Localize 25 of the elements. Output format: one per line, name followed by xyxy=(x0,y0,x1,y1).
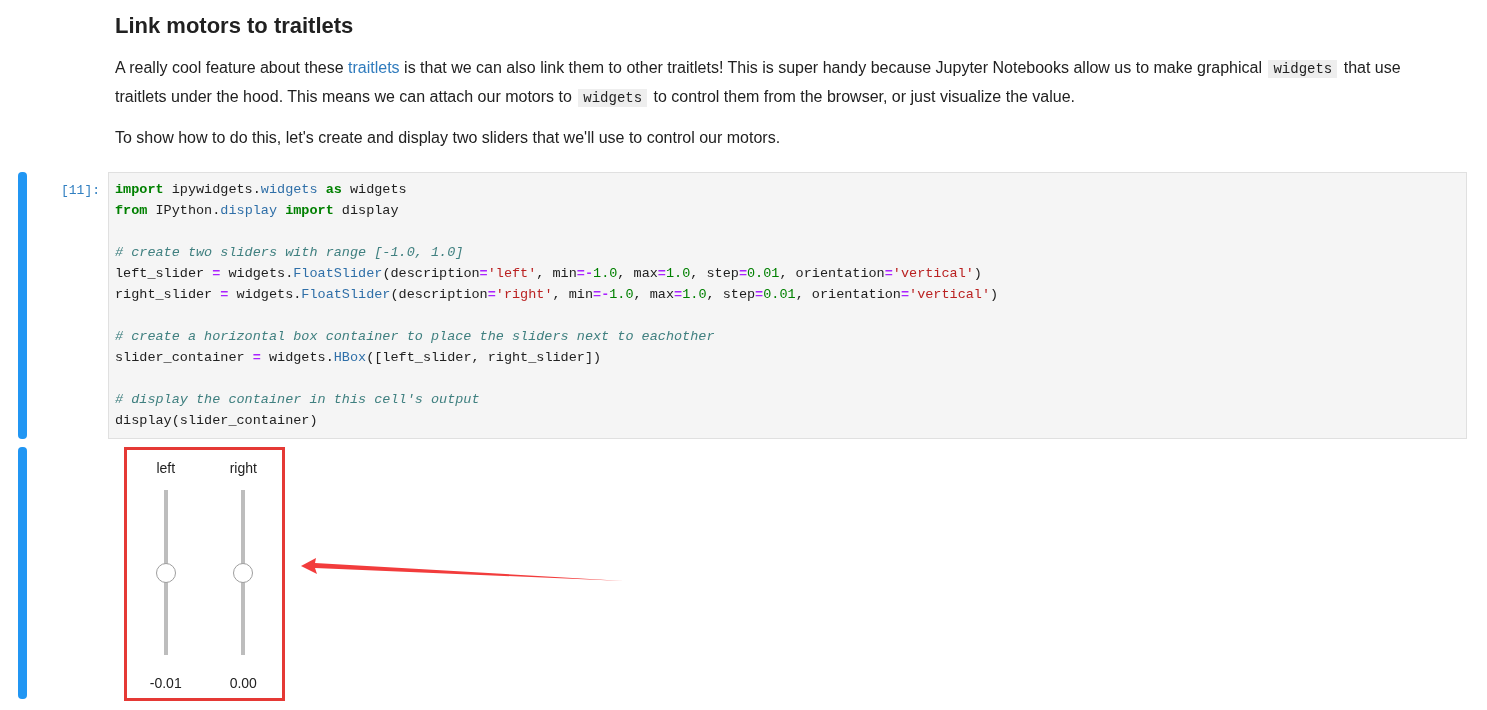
code-line: display(slider_container) xyxy=(115,412,318,430)
slider-thumb[interactable] xyxy=(233,562,254,583)
cell-collapser[interactable] xyxy=(18,172,27,439)
slider-label: left xyxy=(156,459,176,478)
section-heading: Link motors to traitlets xyxy=(115,12,355,40)
slider-label: right xyxy=(229,459,257,478)
paragraph: To show how to do this, let's create and display two sliders that we'll use to control our motors. xyxy=(115,128,782,148)
paragraph: A really cool feature about these traitlets is that we can also link them to other traitlets! This is super handy because Jupyter Notebooks allow us to make graphical widgets that use traitlets under the hood. This means we can attach our motors to widgets to control them from the browser, or just visualize the value. xyxy=(115,58,1402,109)
code-line: # create a horizontal box container to place the sliders next to eachother xyxy=(115,328,715,346)
code-line: # display the container in this cell's output xyxy=(115,391,480,409)
code-line: left_slider = widgets.FloatSlider(description='left', min=-1.0, max=1.0, step=0.01, orientation='vertical') xyxy=(115,265,982,283)
traitlets-link[interactable]: traitlets xyxy=(348,59,400,76)
code-line: from IPython.display import display xyxy=(115,202,399,220)
code-line: import ipywidgets.widgets as widgets xyxy=(115,181,407,199)
slider-value: 0.00 xyxy=(229,674,257,693)
vertical-slider[interactable] xyxy=(155,490,176,655)
vertical-slider[interactable] xyxy=(233,490,254,655)
code-line: # create two sliders with range [-1.0, 1.0] xyxy=(115,244,464,262)
slider-value: -0.01 xyxy=(149,674,182,693)
code-editor[interactable] xyxy=(108,172,1467,439)
slider-thumb[interactable] xyxy=(155,563,176,584)
cell-prompt: [11]: xyxy=(61,182,100,200)
code-line: right_slider = widgets.FloatSlider(description='right', min=-1.0, max=1.0, step=0.01, orientation='vertical') xyxy=(115,286,999,304)
cell-collapser[interactable] xyxy=(18,447,27,699)
code-line: slider_container = widgets.HBox([left_slider, right_slider]) xyxy=(115,349,602,367)
